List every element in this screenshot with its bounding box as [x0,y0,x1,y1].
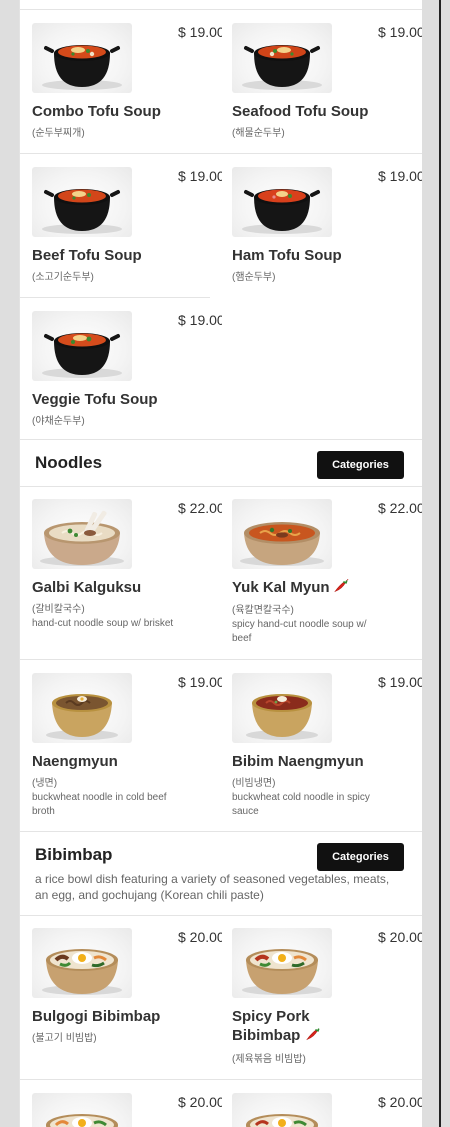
item-korean-name: (갈비칼국수) [32,604,85,615]
item-korean-name: (야채순두부) [32,416,85,427]
section-title: Bibimbap [35,845,113,864]
bibimbap-bowl-photo[interactable] [232,928,332,998]
item-korean-name: (제육볶음 비빔밥) [232,1054,306,1065]
menu-item-beef-tofu-soup[interactable]: $ 19.00 Beef Tofu Soup (소고기순두부) [20,154,222,298]
menu-panel: $ 19.00 Combo Tofu Soup (순두부찌개) $ 19.00 … [19,0,422,1127]
item-price: $ 19.00 [178,674,222,690]
item-description: spicy hand-cut noodle soup w/ beef [232,619,367,644]
item-korean-name: (햄순두부) [232,272,276,283]
item-name[interactable]: Veggie Tofu Soup [32,390,222,409]
menu-item-galbi-kalguksu[interactable]: $ 22.00 Galbi Kalguksu (갈비칼국수) hand-cut … [32,486,222,659]
item-name[interactable]: Yuk Kal Myun [232,578,422,598]
menu-item-ham-tofu-soup[interactable]: $ 19.00 Ham Tofu Soup (햄순두부) [232,154,422,297]
menu-row: $ 22.00 Galbi Kalguksu (갈비칼국수) hand-cut … [20,486,422,660]
menu-row: $ 20.00 Bulgogi Bibimbap (불고기 비빔밥) $ 20.… [20,915,422,1080]
item-name[interactable]: Bulgogi Bibimbap [32,1007,222,1026]
item-name[interactable]: Galbi Kalguksu [32,578,222,597]
item-korean-name: (비빔냉면) [232,778,276,789]
item-name[interactable]: Combo Tofu Soup [32,102,222,121]
tofu-soup-photo[interactable] [232,23,332,93]
section-header-noodles: Noodles Categories [20,439,422,487]
item-name[interactable]: Seafood Tofu Soup [232,102,422,121]
item-korean-name: (육칼면칼국수) [232,605,294,616]
item-name[interactable]: Beef Tofu Soup [32,246,222,265]
tofu-soup-photo[interactable] [32,23,132,93]
bibimbap-bowl-photo[interactable] [32,1093,132,1127]
item-korean-name: (냉면) [32,778,58,789]
menu-row: $ 19.00 Naengmyun (냉면) buckwheat noodle … [20,660,422,832]
item-korean-name: (불고기 비빔밥) [32,1033,97,1044]
tofu-soup-photo[interactable] [32,167,132,237]
menu-item[interactable]: $ 20.00 [232,1080,422,1127]
item-price: $ 19.00 [178,312,222,328]
item-price: $ 20.00 [378,1094,422,1110]
chili-pepper-icon [333,578,349,598]
item-price: $ 19.00 [178,24,222,40]
menu-item-seafood-tofu-soup[interactable]: $ 19.00 Seafood Tofu Soup (해물순두부) [232,10,422,153]
categories-button[interactable]: Categories [317,451,404,479]
item-price: $ 20.00 [378,929,422,945]
menu-row: $ 19.00 Veggie Tofu Soup (야채순두부) [20,298,422,439]
menu-row: $ 20.00 $ 20.00 [20,1080,422,1127]
menu-item-yuk-kal-myun[interactable]: $ 22.00 Yuk Kal Myun (육칼면칼국수) spicy hand… [232,486,422,659]
item-price: $ 22.00 [178,500,222,516]
menu-item-bibim-naengmyun[interactable]: $ 19.00 Bibim Naengmyun (비빔냉면) buckwheat… [232,660,422,831]
item-price: $ 19.00 [378,168,422,184]
item-korean-name: (소고기순두부) [32,272,94,283]
item-name[interactable]: Bibim Naengmyun [232,752,422,771]
menu-item-spicy-pork-bibimbap[interactable]: $ 20.00 Spicy Pork Bibimbap (제육볶음 비빔밥) [232,915,422,1079]
item-name-text: Spicy Pork Bibimbap [232,1008,310,1044]
window-edge [439,0,441,1127]
tofu-soup-photo[interactable] [232,167,332,237]
noodle-bowl-photo[interactable] [232,673,332,743]
menu-item-combo-tofu-soup[interactable]: $ 19.00 Combo Tofu Soup (순두부찌개) [32,10,222,153]
item-price: $ 19.00 [178,168,222,184]
menu-item-bulgogi-bibimbap[interactable]: $ 20.00 Bulgogi Bibimbap (불고기 비빔밥) [32,915,222,1079]
item-price: $ 19.00 [378,674,422,690]
categories-button[interactable]: Categories [317,843,404,871]
menu-item-veggie-tofu-soup[interactable]: $ 19.00 Veggie Tofu Soup (야채순두부) [32,298,222,439]
item-description: buckwheat cold noodle in spicy sauce [232,792,370,817]
section-title: Noodles [35,453,103,472]
item-price: $ 20.00 [178,929,222,945]
menu-item-naengmyun[interactable]: $ 19.00 Naengmyun (냉면) buckwheat noodle … [32,660,222,831]
menu-item[interactable]: $ 20.00 [32,1080,222,1127]
item-price: $ 22.00 [378,500,422,516]
item-price: $ 19.00 [378,24,422,40]
bibimbap-bowl-photo[interactable] [32,928,132,998]
item-korean-name: (해물순두부) [232,128,285,139]
item-price: $ 20.00 [178,1094,222,1110]
chili-pepper-icon [305,1027,321,1046]
section-header-bibimbap: Bibimbap Categories a rice bowl dish fea… [20,831,422,916]
noodle-bowl-photo[interactable] [32,499,132,569]
menu-row: $ 19.00 Beef Tofu Soup (소고기순두부) $ 19.00 … [20,154,422,298]
noodle-bowl-photo[interactable] [32,673,132,743]
item-description: hand-cut noodle soup w/ brisket [32,618,174,629]
bibimbap-bowl-photo[interactable] [232,1093,332,1127]
section-description: a rice bowl dish featuring a variety of … [35,872,390,902]
item-name[interactable]: Naengmyun [32,752,222,771]
item-name-text: Yuk Kal Myun [232,579,330,596]
noodle-bowl-photo[interactable] [232,499,332,569]
menu-row: $ 19.00 Combo Tofu Soup (순두부찌개) $ 19.00 … [20,10,422,154]
item-name[interactable]: Ham Tofu Soup [232,246,422,265]
item-description: buckwheat noodle in cold beef broth [32,792,167,817]
item-name[interactable]: Spicy Pork Bibimbap [232,1007,382,1046]
tofu-soup-photo[interactable] [32,311,132,381]
item-korean-name: (순두부찌개) [32,128,85,139]
